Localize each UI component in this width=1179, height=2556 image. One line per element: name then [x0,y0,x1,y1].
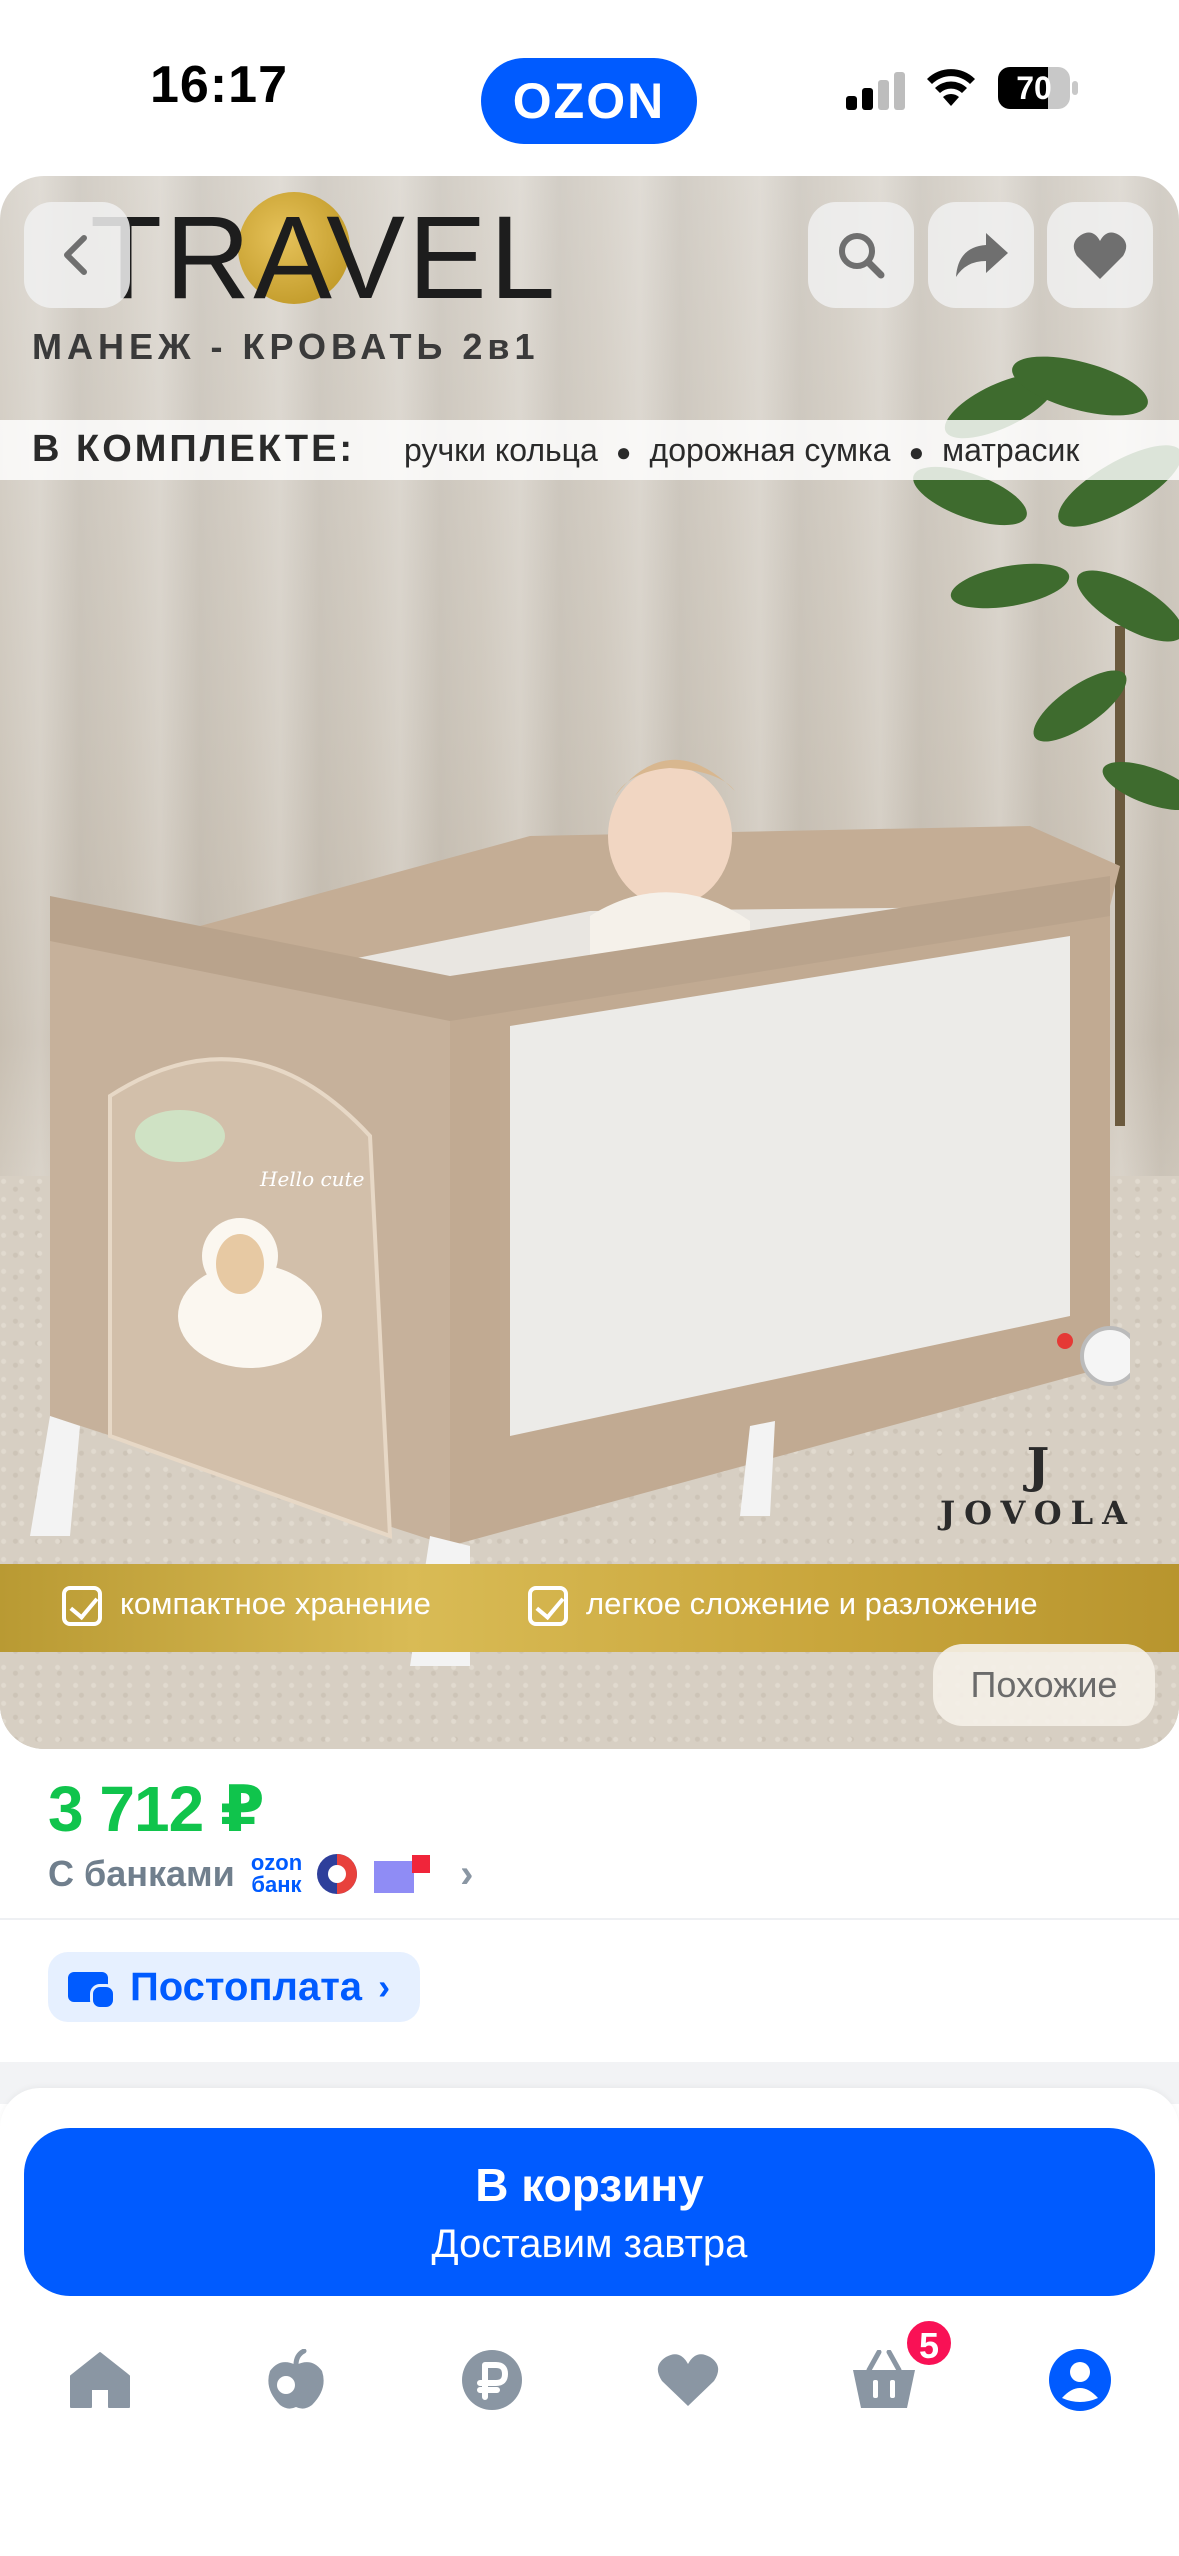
delivery-label: Доставим завтра [431,2222,748,2266]
heart-icon [657,2354,719,2406]
chevron-left-icon [64,235,87,275]
fresh-apple-icon [268,2349,324,2409]
kit-label: В КОМПЛЕКТЕ: [32,428,356,470]
battery-level: 70 [1016,70,1052,106]
jovola-wordmark: JOVOLA [940,1494,1136,1532]
add-to-cart-button[interactable]: В корзину Доставим завтра [24,2128,1155,2296]
kit-items: ручки кольца ● дорожная сумка ● матрасик [404,432,1080,468]
brand-title: TRAVEL [90,192,559,324]
ozon-bank-logo: ozon банк [251,1852,302,1896]
bottom-tab-bar [0,2330,1179,2450]
check-icon [528,1586,568,1626]
tab-finance[interactable] [452,2340,532,2420]
kit-item: матрасик [942,432,1080,468]
profile-icon [1049,2349,1111,2411]
feature-compact: компактное хранение [62,1586,431,1626]
cellular-signal-icon [846,72,906,110]
heart-icon [1073,232,1127,279]
back-button[interactable] [24,202,130,308]
cart-icon [853,2350,915,2408]
add-to-cart-label: В корзину [475,2159,704,2211]
bank-logo-icon [317,1854,358,1894]
divider [0,1918,1179,1920]
crib-label: Hello cute [259,1167,364,1191]
status-time: 16:17 [150,56,288,114]
card-clock-icon [68,1972,116,2010]
home-icon [70,2352,130,2408]
banks-label: С банками [48,1853,235,1894]
search-icon [839,233,885,279]
bank-card-icon [374,1855,431,1893]
tab-favorites[interactable] [648,2340,728,2420]
chevron-right-icon: › [460,1851,474,1896]
chevron-right-icon: › [378,1966,391,2007]
tab-home[interactable] [60,2340,140,2420]
postpay-label: Постоплата [130,1964,363,2009]
ozon-logo-pill[interactable]: OZON [481,58,697,144]
favorite-button[interactable] [1047,202,1153,308]
battery-icon: 70 [998,67,1078,109]
cart-count-badge: 5 [904,2318,954,2368]
share-button[interactable] [928,202,1034,308]
feature-easy-fold: легкое сложение и разложение [528,1586,1038,1626]
product-subtitle: МАНЕЖ - КРОВАТЬ 2в1 [32,326,540,367]
product-image-gallery[interactable]: TRAVEL МАНЕЖ - КРОВАТЬ 2в1 В КОМПЛЕКТЕ: … [0,176,1179,1749]
kit-item: дорожная сумка [649,432,891,468]
feature-label: легкое сложение и разложение [586,1586,1038,1622]
jovola-logo: J JOVOLA [938,1438,1138,1532]
similar-products-button[interactable]: Похожие [933,1644,1155,1726]
postpay-chip[interactable]: Постоплата › [48,1952,421,2022]
product-price: 3 712 ₽ [48,1773,264,1845]
search-button[interactable] [808,202,914,308]
share-icon [956,233,1008,277]
status-bar: 16:17 OZON 70 [0,0,1179,175]
ruble-icon [462,2350,522,2410]
tab-fresh[interactable] [256,2340,336,2420]
check-icon [62,1586,102,1626]
bank-offers-row[interactable]: С банками ozon банк › [48,1850,473,1898]
ozon-bank-logo-line2: банк [251,1872,302,1897]
tab-profile[interactable] [1040,2340,1120,2420]
wifi-icon [927,69,975,106]
ozon-bank-logo-line1: ozon [250,1850,303,1875]
jovola-mark: J [1026,1438,1050,1494]
kit-item: ручки кольца [404,432,598,468]
feature-label: компактное хранение [120,1586,431,1622]
